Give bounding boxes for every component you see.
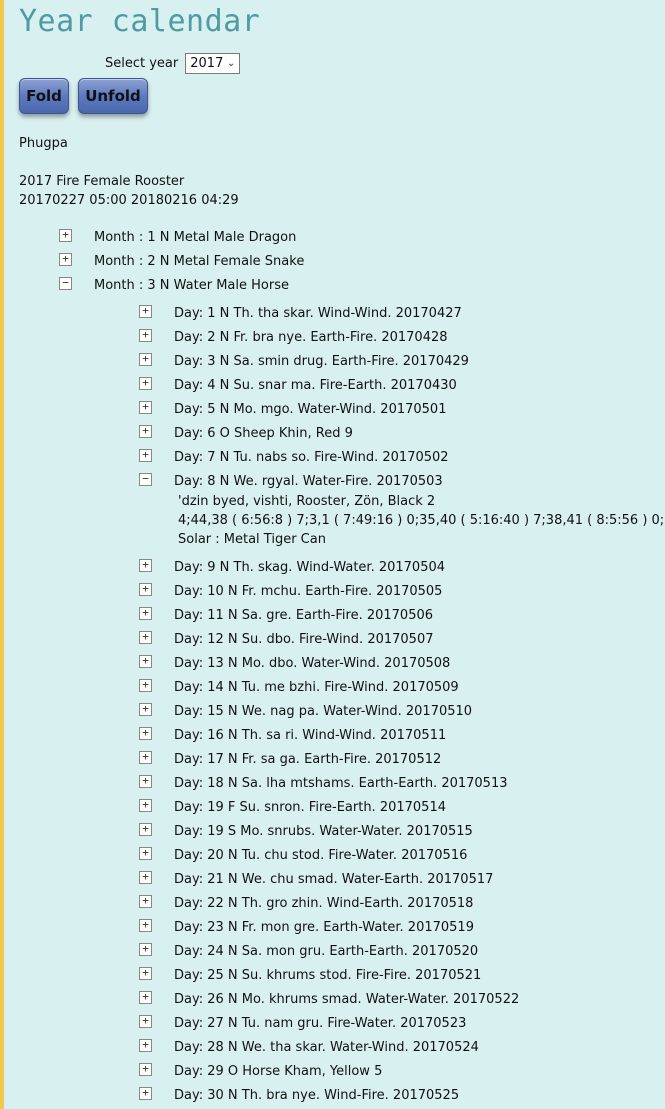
year-range: 20170227 05:00 20180216 04:29 [19,193,239,208]
day-toggle-icon[interactable]: + [139,305,152,318]
day-item[interactable]: Day: 9 N Th. skag. Wind-Water. 20170504 [174,559,445,577]
day-item[interactable]: Day: 2 N Fr. bra nye. Earth-Fire. 201704… [174,329,448,347]
day-detail-line: 'dzin byed, vishti, Rooster, Zön, Black … [178,494,436,509]
day-item[interactable]: Day: 26 N Mo. khrums smad. Water-Water. … [174,991,519,1009]
day-item[interactable]: Day: 13 N Mo. dbo. Water-Wind. 20170508 [174,655,450,673]
day-toggle-icon[interactable]: + [139,1063,152,1076]
day-toggle-icon[interactable]: + [139,847,152,860]
day-toggle-icon[interactable]: + [139,631,152,644]
day-item[interactable]: Day: 30 N Th. bra nye. Wind-Fire. 201705… [174,1087,459,1105]
day-toggle-icon[interactable]: + [139,1039,152,1052]
page-title: Year calendar [19,4,261,39]
day-item[interactable]: Day: 12 N Su. dbo. Fire-Wind. 20170507 [174,631,434,649]
day-item[interactable]: Day: 27 N Tu. nam gru. Fire-Water. 20170… [174,1015,466,1033]
day-toggle-icon[interactable]: + [139,823,152,836]
day-toggle-icon[interactable]: − [139,473,152,486]
day-toggle-icon[interactable]: + [139,1015,152,1028]
day-toggle-icon[interactable]: + [139,703,152,716]
day-item[interactable]: Day: 4 N Su. snar ma. Fire-Earth. 201704… [174,377,457,395]
day-toggle-icon[interactable]: + [139,871,152,884]
day-item[interactable]: Day: 3 N Sa. smin drug. Earth-Fire. 2017… [174,353,469,371]
day-item[interactable]: Day: 28 N We. tha skar. Water-Wind. 2017… [174,1039,479,1057]
day-item[interactable]: Day: 23 N Fr. mon gre. Earth-Water. 2017… [174,919,474,937]
day-item[interactable]: Day: 25 N Su. khrums stod. Fire-Fire. 20… [174,967,481,985]
day-toggle-icon[interactable]: + [139,799,152,812]
year-selector-row: Select year 2017 ⌄ [105,53,241,74]
fold-button[interactable]: Fold [19,78,69,114]
day-toggle-icon[interactable]: + [139,329,152,342]
day-item[interactable]: Day: 15 N We. nag pa. Water-Wind. 201705… [174,703,472,721]
day-item[interactable]: Day: 14 N Tu. me bzhi. Fire-Wind. 201705… [174,679,459,697]
day-toggle-icon[interactable]: + [139,353,152,366]
month-item[interactable]: Month : 1 N Metal Male Dragon [94,229,296,247]
system-label: Phugpa [19,136,68,151]
day-toggle-icon[interactable]: + [139,449,152,462]
select-year-label: Select year [105,56,179,71]
day-toggle-icon[interactable]: + [139,727,152,740]
day-toggle-icon[interactable]: + [139,679,152,692]
day-toggle-icon[interactable]: + [139,967,152,980]
day-toggle-icon[interactable]: + [139,775,152,788]
day-item[interactable]: Day: 19 F Su. snron. Fire-Earth. 2017051… [174,799,446,817]
month-toggle-icon[interactable]: + [59,253,72,266]
day-toggle-icon[interactable]: + [139,751,152,764]
unfold-button[interactable]: Unfold [78,78,148,114]
month-item[interactable]: Month : 2 N Metal Female Snake [94,253,304,271]
day-detail-line: 4;44,38 ( 6:56:8 ) 7;3,1 ( 7:49:16 ) 0;3… [178,513,665,528]
day-toggle-icon[interactable]: + [139,919,152,932]
day-item[interactable]: Day: 8 N We. rgyal. Water-Fire. 20170503 [174,473,443,491]
year-name: 2017 Fire Female Rooster [19,174,185,189]
day-item[interactable]: Day: 22 N Th. gro zhin. Wind-Earth. 2017… [174,895,473,913]
month-toggle-icon[interactable]: − [59,277,72,290]
day-item[interactable]: Day: 29 O Horse Kham, Yellow 5 [174,1063,382,1081]
chevron-down-icon: ⌄ [226,58,236,69]
day-item[interactable]: Day: 6 O Sheep Khin, Red 9 [174,425,353,443]
left-accent-stripe [0,0,4,1109]
day-toggle-icon[interactable]: + [139,943,152,956]
day-toggle-icon[interactable]: + [139,401,152,414]
day-toggle-icon[interactable]: + [139,377,152,390]
day-toggle-icon[interactable]: + [139,655,152,668]
day-item[interactable]: Day: 18 N Sa. lha mtshams. Earth-Earth. … [174,775,508,793]
day-item[interactable]: Day: 11 N Sa. gre. Earth-Fire. 20170506 [174,607,433,625]
day-item[interactable]: Day: 7 N Tu. nabs so. Fire-Wind. 2017050… [174,449,449,467]
day-toggle-icon[interactable]: + [139,559,152,572]
month-item[interactable]: Month : 3 N Water Male Horse [94,277,289,295]
day-item[interactable]: Day: 1 N Th. tha skar. Wind-Wind. 201704… [174,305,462,323]
year-info: 2017 Fire Female Rooster 20170227 05:00 … [19,172,239,210]
year-select-value: 2017 [190,56,224,71]
day-toggle-icon[interactable]: + [139,425,152,438]
year-select[interactable]: 2017 ⌄ [185,53,241,74]
day-item[interactable]: Day: 10 N Fr. mchu. Earth-Fire. 20170505 [174,583,442,601]
day-item[interactable]: Day: 16 N Th. sa ri. Wind-Wind. 20170511 [174,727,446,745]
day-toggle-icon[interactable]: + [139,1087,152,1100]
day-detail-line: Solar : Metal Tiger Can [178,532,326,547]
month-toggle-icon[interactable]: + [59,229,72,242]
day-item[interactable]: Day: 20 N Tu. chu stod. Fire-Water. 2017… [174,847,467,865]
day-item[interactable]: Day: 21 N We. chu smad. Water-Earth. 201… [174,871,493,889]
day-item[interactable]: Day: 24 N Sa. mon gru. Earth-Earth. 2017… [174,943,478,961]
day-item[interactable]: Day: 19 S Mo. snrubs. Water-Water. 20170… [174,823,473,841]
day-toggle-icon[interactable]: + [139,895,152,908]
day-item[interactable]: Day: 5 N Mo. mgo. Water-Wind. 20170501 [174,401,446,419]
day-toggle-icon[interactable]: + [139,583,152,596]
day-item[interactable]: Day: 17 N Fr. sa ga. Earth-Fire. 2017051… [174,751,441,769]
day-toggle-icon[interactable]: + [139,991,152,1004]
day-toggle-icon[interactable]: + [139,607,152,620]
